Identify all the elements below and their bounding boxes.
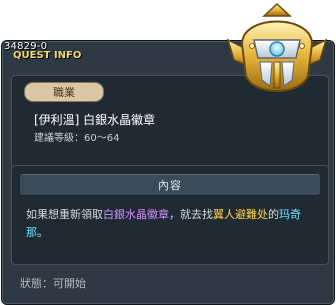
job-badge: 職業 <box>24 82 104 102</box>
description-text: ，就去找 <box>169 208 213 221</box>
npc-link[interactable]: 翼人避難处 <box>213 208 268 221</box>
quest-status: 狀態：可開始 <box>20 277 86 290</box>
description-text: 。 <box>37 226 48 239</box>
quest-description: 如果想重新領取白銀水晶徽章，就去找翼人避難处的玛奇那。 <box>26 206 320 242</box>
item-link[interactable]: 白銀水晶徽章 <box>103 208 169 221</box>
helmet-badge-icon <box>220 0 334 104</box>
description-text: 的 <box>268 208 279 221</box>
quest-content-panel: 內容 如果想重新領取白銀水晶徽章，就去找翼人避難处的玛奇那。 <box>11 165 329 265</box>
content-section-header: 內容 <box>20 174 320 196</box>
level-requirement: 建議等級：60～64 <box>34 133 120 144</box>
quest-title: [伊利溫] 白銀水晶徽章 <box>34 113 156 127</box>
quest-info-heading: QUEST INFO <box>13 50 82 61</box>
description-text: 如果想重新領取 <box>26 208 103 221</box>
